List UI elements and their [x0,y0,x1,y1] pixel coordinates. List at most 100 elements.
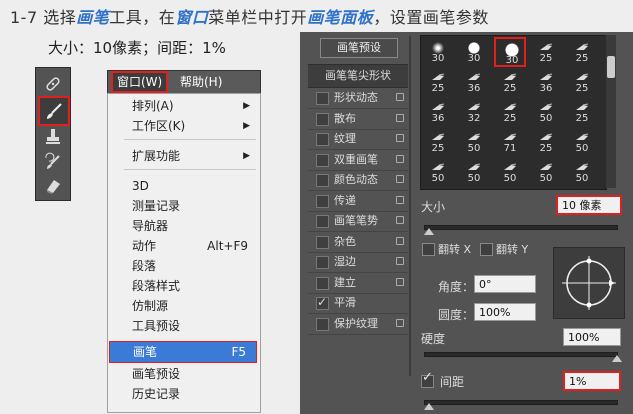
brush-option-scattering[interactable]: 散布 [308,109,408,130]
option-checkbox[interactable] [316,194,329,208]
lock-icon[interactable] [396,113,404,122]
eraser-tool[interactable] [40,173,66,199]
brush-option-color-dynamics[interactable]: 颜色动态 [308,170,408,191]
clone-stamp-tool[interactable] [40,124,66,150]
brush-tip-preset[interactable]: 50 [422,157,454,187]
menu-item-brush[interactable]: 画笔 F5 [109,341,257,363]
option-checkbox[interactable] [316,112,329,126]
hardness-field[interactable]: 100% [563,328,621,346]
size-field[interactable]: 10 像素 [556,195,622,215]
option-checkbox[interactable] [316,276,329,290]
brush-tip-preset[interactable]: 25 [530,127,562,157]
lock-icon[interactable] [396,154,404,163]
brush-tip-preset[interactable]: 30 [422,37,454,67]
brush-option-smoothing[interactable]: ✓ 平滑 [308,293,408,314]
healing-brush-tool[interactable] [40,71,66,97]
hardness-slider[interactable] [424,352,618,357]
brush-tip-preset[interactable]: 50 [458,157,490,187]
brush-tip-preset[interactable]: 30 [458,37,490,67]
history-brush-tool[interactable] [40,149,66,175]
brush-tip-preset[interactable]: 36 [458,67,490,97]
brush-option-protect-texture[interactable]: 保护纹理 [308,314,408,335]
menu-item-actions[interactable]: 动作 Alt+F9 [108,236,258,256]
brush-presets-button[interactable]: 画笔预设 [320,38,398,58]
brush-option-wet-edges[interactable]: 湿边 [308,252,408,273]
option-checkbox[interactable] [316,317,329,331]
brush-option-transfer[interactable]: 传递 [308,191,408,212]
brush-tip-preset[interactable]: 25 [530,37,562,67]
brush-tip-shape-tab[interactable]: 画笔笔尖形状 [308,64,408,88]
option-checkbox[interactable] [316,235,329,249]
lock-icon[interactable] [396,175,404,183]
brush-option-noise[interactable]: 杂色 [308,232,408,253]
menu-item-workspace[interactable]: 工作区(K) ▶ [108,116,258,136]
brush-tip-preset[interactable]: 50 [494,157,526,187]
brush-option-dual-brush[interactable]: 双重画笔 [308,150,408,171]
option-checkbox[interactable] [316,174,329,187]
menu-item-navigator[interactable]: 导航器 [108,216,258,236]
brush-tip-preset[interactable]: 25 [566,67,598,97]
hardness-slider-knob[interactable] [612,355,622,362]
lock-icon[interactable] [396,134,404,142]
menu-window[interactable]: 窗口(W) [111,71,169,93]
size-slider-knob[interactable] [424,228,434,235]
brush-tip-preset[interactable]: 36 [530,67,562,97]
brush-tip-preset[interactable]: 25 [494,67,526,97]
brush-tip-preset[interactable]: 50 [530,97,562,127]
menu-item-measurement-log[interactable]: 测量记录 [108,196,258,216]
brush-option-texture[interactable]: 纹理 [308,129,408,150]
brush-tip-preset[interactable]: 50 [566,127,598,157]
size-slider[interactable] [424,225,618,230]
spacing-slider-knob[interactable] [424,403,434,410]
brush-tip-preset[interactable]: 71 [494,127,526,157]
brush-tip-preset[interactable]: 25 [566,97,598,127]
option-checkbox[interactable] [316,133,329,146]
brush-option-build-up[interactable]: 建立 [308,273,408,294]
menu-item-paragraph[interactable]: 段落 [108,256,258,276]
option-checkbox[interactable] [316,215,329,228]
brush-option-brush-pose[interactable]: 画笔笔势 [308,211,408,232]
option-checkbox[interactable] [316,92,329,105]
menu-item-extensions[interactable]: 扩展功能 ▶ [108,146,258,166]
menu-item-tool-presets[interactable]: 工具预设 [108,316,258,336]
lock-icon[interactable] [396,93,404,101]
brush-grid-scroll-thumb[interactable] [607,56,615,78]
angle-field[interactable]: 0° [474,275,536,293]
brush-option-shape-dynamics[interactable]: 形状动态 [308,88,408,109]
brush-tip-preset[interactable]: 25 [422,67,454,97]
lock-icon[interactable] [396,236,404,245]
brush-tip-preset[interactable]: 25 [422,127,454,157]
brush-tip-preset[interactable]: 32 [458,97,490,127]
menu-item-arrange[interactable]: 排列(A) ▶ [108,96,258,116]
roundness-field[interactable]: 100% [474,303,536,321]
menu-item-paragraph-styles[interactable]: 段落样式 [108,276,258,296]
spacing-field[interactable]: 1% [563,371,621,391]
size-label: 大小 [421,200,446,214]
lock-icon[interactable] [396,277,404,286]
brush-tip-preset[interactable]: 25 [494,97,526,127]
brush-tip-preset[interactable]: 25 [566,37,598,67]
lock-icon[interactable] [396,216,404,224]
menu-item-3d[interactable]: 3D [108,176,258,196]
lock-icon[interactable] [396,318,404,327]
spacing-slider[interactable] [424,400,618,405]
menu-item-clone-source[interactable]: 仿制源 [108,296,258,316]
lock-icon[interactable] [396,257,404,265]
menu-help[interactable]: 帮助(H) [176,71,226,93]
brush-tip-preset[interactable]: 50 [458,127,490,157]
menu-item-history[interactable]: 历史记录 [108,384,258,404]
option-checkbox[interactable] [316,256,329,269]
brush-tip-preset[interactable]: 30 [494,37,526,67]
submenu-arrow-icon: ▶ [243,121,250,131]
flip-y-checkbox[interactable] [480,243,493,256]
angle-roundness-widget[interactable] [553,247,625,319]
menu-item-brush-presets[interactable]: 画笔预设 [108,364,258,384]
option-checkbox[interactable] [316,153,329,167]
flip-x-checkbox[interactable] [422,243,435,256]
brush-tool[interactable] [38,96,70,126]
lock-icon[interactable] [396,195,404,204]
brush-tip-preset[interactable]: 50 [530,157,562,187]
brush-tip-preset[interactable]: 36 [422,97,454,127]
window-menu-dropdown: 排列(A) ▶ 工作区(K) ▶ 扩展功能 ▶ 3D 测量记录 导航器 动作 Alt+F… [107,93,261,413]
brush-tip-preset[interactable]: 50 [566,157,598,187]
